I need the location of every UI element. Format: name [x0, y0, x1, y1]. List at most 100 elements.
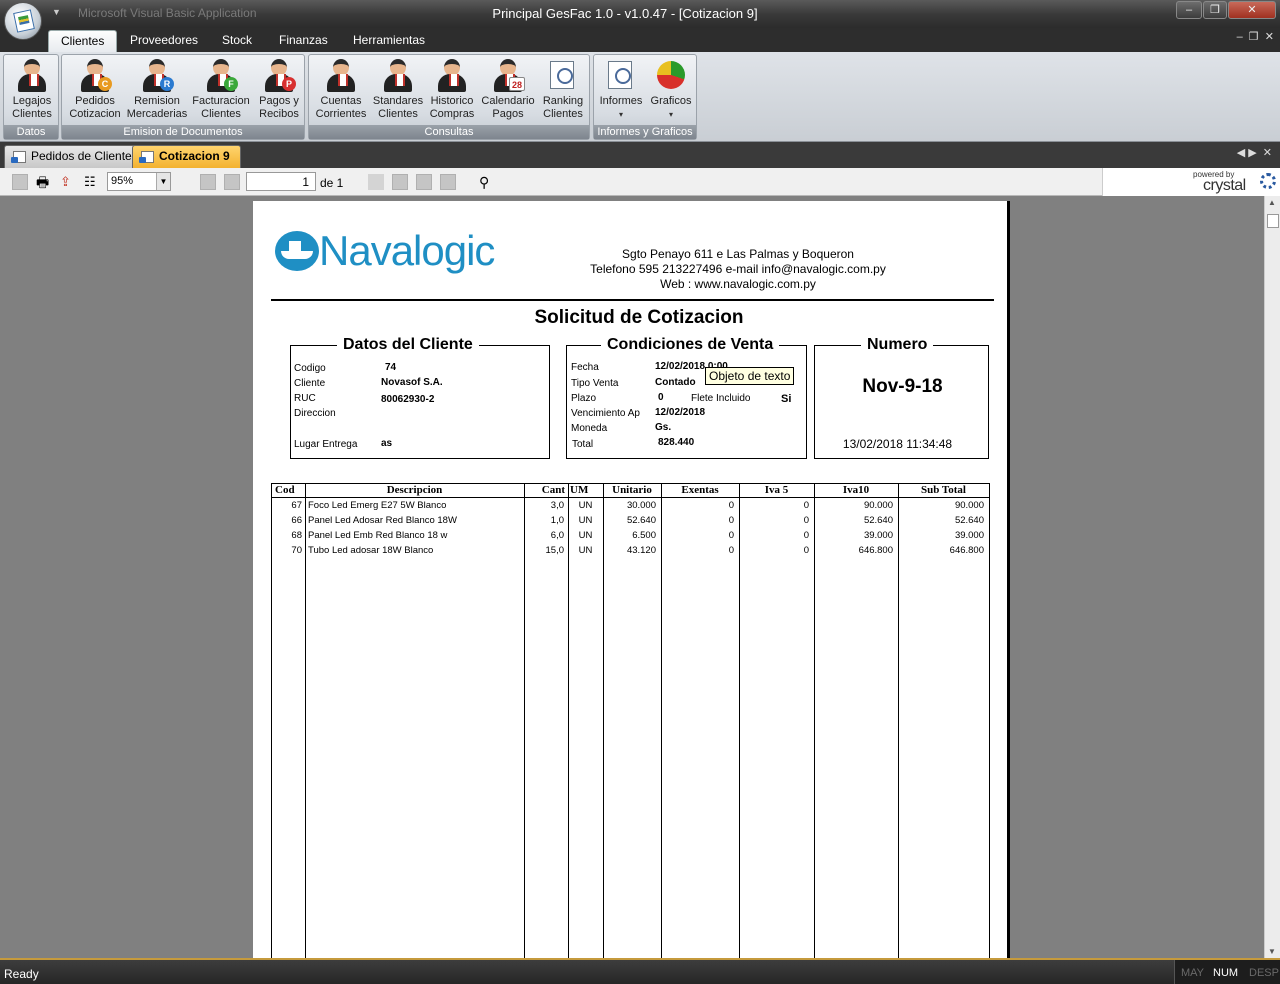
scroll-indicator: DESP	[1249, 967, 1279, 979]
company-web: Web : www.navalogic.com.py	[660, 277, 816, 291]
cliente-label: Cliente	[294, 378, 326, 389]
cell-subtotal: 90.000	[954, 500, 984, 511]
tab-cotizacion-9[interactable]: Cotizacion 9	[132, 145, 241, 168]
tipo-value: Contado	[655, 377, 696, 388]
plazo-label: Plazo	[571, 393, 597, 404]
person-r-icon: R	[140, 59, 174, 93]
total-label: Total	[572, 439, 594, 450]
cell-um: UN	[578, 530, 593, 541]
scroll-up-icon[interactable]: ▲	[1268, 198, 1276, 207]
button-label: Clientes	[543, 108, 583, 120]
button-label: Calendario	[481, 95, 535, 107]
cell-cod: 70	[291, 545, 302, 556]
restore-button[interactable]: ❐	[1203, 1, 1227, 19]
print-icon[interactable]: 🖶	[36, 174, 52, 190]
window-title: Principal GesFac 1.0 - v1.0.47 - [Cotiza…	[492, 6, 758, 21]
company-phone: Telefono 595 213227496 e-mail info@naval…	[590, 262, 886, 276]
cliente-heading: Datos del Cliente	[337, 336, 479, 354]
app-document-icon	[13, 9, 35, 33]
app-menu-orb[interactable]	[4, 2, 42, 40]
historico-compras-button[interactable]: Historico Compras	[424, 57, 480, 123]
numero-value: Nov-9-18	[862, 376, 943, 397]
report-page: Navalogic Sgto Penayo 611 e Las Palmas y…	[253, 201, 1007, 958]
minimize-button[interactable]: –	[1176, 1, 1202, 19]
group-datos: Legajos Clientes Datos	[3, 54, 59, 140]
legajos-clientes-button[interactable]: Legajos Clientes	[4, 57, 60, 123]
crystal-logo: powered by crystal	[1102, 168, 1280, 196]
remision-mercaderias-button[interactable]: R Remision Mercaderias	[126, 57, 188, 123]
cell-um: UN	[578, 500, 593, 511]
tab-herramientas[interactable]: Herramientas	[341, 30, 437, 52]
cuentas-corrientes-button[interactable]: Cuentas Corrientes	[313, 57, 369, 123]
company-name: Navalogic	[319, 227, 495, 274]
export-doc-icon[interactable]: ⇪	[60, 174, 76, 190]
scroll-thumb[interactable]	[1267, 214, 1279, 228]
col-divider	[305, 484, 306, 958]
person-icon	[381, 59, 415, 93]
tab-clientes[interactable]: Clientes	[48, 30, 118, 52]
last-page-icon[interactable]	[416, 174, 432, 190]
tab-stock[interactable]: Stock	[210, 30, 264, 52]
previous-page-icon[interactable]	[224, 174, 240, 190]
button-label: Legajos	[12, 95, 52, 107]
tab-finanzas[interactable]: Finanzas	[267, 30, 340, 52]
button-label: Mercaderias	[126, 108, 188, 120]
cell-unitario: 6.500	[632, 530, 656, 541]
button-label: Clientes	[378, 108, 418, 120]
group-tree-icon[interactable]: ☷	[84, 174, 100, 190]
cell-cant: 3,0	[550, 500, 564, 511]
ranking-clientes-button[interactable]: Ranking Clientes	[535, 57, 591, 123]
plazo-value: 0	[658, 392, 664, 403]
lugar-value: as	[381, 438, 393, 449]
page-number-input[interactable]: 1	[246, 172, 316, 191]
stop-icon[interactable]	[440, 174, 456, 190]
button-label: Facturacion	[192, 95, 250, 107]
tab-pedidos-de-clientes[interactable]: Pedidos de Clientes	[4, 145, 149, 168]
export-icon[interactable]	[12, 174, 28, 190]
next-page-icon[interactable]	[392, 174, 408, 190]
person-check-icon	[324, 59, 358, 93]
graficos-button[interactable]: Graficos ▾	[644, 57, 698, 123]
scroll-down-icon[interactable]: ▼	[1268, 947, 1276, 956]
mdi-controls[interactable]: – ❐ ✕	[1237, 30, 1274, 43]
facturacion-clientes-button[interactable]: F Facturacion Clientes	[190, 57, 252, 123]
fecha-label: Fecha	[571, 362, 599, 373]
moneda-label: Moneda	[571, 423, 608, 434]
cell-cod: 68	[291, 530, 302, 541]
first-page-icon[interactable]	[200, 174, 216, 190]
button-label: Ranking	[542, 95, 584, 107]
button-label: Clientes	[12, 108, 52, 120]
close-window-button[interactable]: ✕	[1228, 1, 1276, 19]
button-label: Recibos	[259, 108, 299, 120]
quick-access-dropdown-icon[interactable]: ▼	[52, 7, 61, 17]
venc-label: Vencimiento Ap	[571, 408, 640, 419]
document-tabs: Pedidos de Clientes Cotizacion 9	[0, 142, 1280, 168]
person-icon	[15, 59, 49, 93]
group-label: Emision de Documentos	[62, 125, 304, 139]
document-icon	[139, 151, 154, 163]
calendario-pagos-button[interactable]: 28 Calendario Pagos	[480, 57, 536, 123]
standares-clientes-button[interactable]: Standares Clientes	[370, 57, 426, 123]
flete-value: Si	[781, 393, 792, 405]
informes-button[interactable]: Informes ▾	[594, 57, 648, 123]
cell-iva5: 0	[803, 545, 809, 556]
button-label: Remision	[134, 95, 180, 107]
header-iva10: Iva10	[842, 484, 870, 496]
status-bar: Ready MAY NUM DESP	[0, 958, 1280, 984]
cell-descripcion: Panel Led Adosar Red Blanco 18W	[308, 515, 457, 526]
key-indicators: MAY NUM DESP	[1174, 960, 1280, 984]
lugar-label: Lugar Entrega	[294, 439, 358, 450]
search-binoculars-icon[interactable]: ⚲	[479, 174, 495, 190]
pagos-recibos-button[interactable]: P Pagos y Recibos	[254, 57, 304, 123]
button-label: Pagos	[492, 108, 524, 120]
tab-navigation[interactable]: ◀ ▶ ✕	[1237, 146, 1272, 159]
ship-logo-icon	[275, 231, 319, 271]
total-value: 828.440	[658, 437, 695, 448]
header-descripcion: Descripcion	[386, 484, 443, 496]
cell-descripcion: Tubo Led adosar 18W Blanco	[308, 545, 434, 556]
ribbon-tab-row: Clientes Proveedores Stock Finanzas Herr…	[0, 28, 1280, 52]
pedidos-cotizacion-button[interactable]: C Pedidos Cotizacion	[66, 57, 124, 123]
zoom-select[interactable]: 95% ▼	[107, 172, 171, 191]
vertical-scrollbar[interactable]: ▲ ▼	[1264, 196, 1280, 958]
tab-proveedores[interactable]: Proveedores	[118, 30, 210, 52]
